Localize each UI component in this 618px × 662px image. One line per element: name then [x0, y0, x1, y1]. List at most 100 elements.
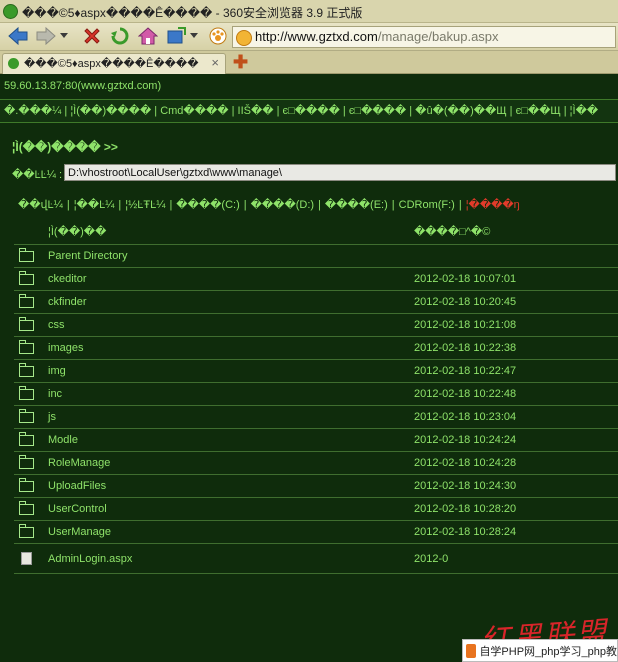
path-input[interactable]: [64, 164, 616, 181]
shell-nav-menu: �.���¼ | ¦Ì(��)���� | Cmd���� | IIŠ�� | …: [0, 99, 618, 123]
home-button[interactable]: [136, 25, 160, 47]
modified-date: [414, 244, 618, 268]
table-row[interactable]: img 2012-02-18 10:22:47: [14, 359, 618, 383]
address-url[interactable]: http://www.gztxd.com/manage/bakup.aspx: [255, 29, 499, 44]
table-row[interactable]: inc 2012-02-18 10:22:48: [14, 382, 618, 406]
refresh-button[interactable]: [108, 25, 132, 47]
file-name-link[interactable]: ckfinder: [48, 290, 414, 314]
refresh-icon: [111, 27, 129, 45]
modified-date: 2012-0: [414, 543, 618, 574]
back-button[interactable]: [6, 25, 30, 47]
file-table: ¦Ì(��)�� ����□^�© Parent Directory ckedit…: [14, 218, 618, 574]
file-name-link[interactable]: ckeditor: [48, 267, 414, 291]
file-name-link[interactable]: Parent Directory: [48, 244, 414, 268]
file-name-link[interactable]: UploadFiles: [48, 474, 414, 498]
file-name-link[interactable]: js: [48, 405, 414, 429]
back-icon: [8, 26, 28, 46]
file-name-link[interactable]: AdminLogin.aspx: [48, 543, 414, 574]
table-row[interactable]: AdminLogin.aspx 2012-0: [14, 543, 618, 574]
modified-date: 2012-02-18 10:07:01: [414, 267, 618, 291]
drive-links: ��վĿ¼ | ¦��Ŀ¼ | ¦½ĿŦĿ¼ | ����(C:) | ����(D:) | ���…: [18, 198, 520, 211]
file-name-link[interactable]: img: [48, 359, 414, 383]
drive-separator: |: [391, 199, 395, 211]
folder-icon: [19, 385, 34, 400]
modified-date: 2012-02-18 10:28:20: [414, 497, 618, 521]
dropdown-icon: [190, 33, 198, 38]
nav-menu-links[interactable]: �.���¼ | ¦Ì(��)���� | Cmd���� | IIŠ�� | …: [4, 104, 598, 117]
forward-dropdown[interactable]: [58, 25, 70, 47]
folder-icon: [19, 339, 34, 354]
drive-link[interactable]: ¦½ĿŦĿ¼: [125, 199, 165, 211]
file-name-link[interactable]: inc: [48, 382, 414, 406]
tab-favicon: [8, 58, 19, 69]
file-name-link[interactable]: RoleManage: [48, 451, 414, 475]
path-label: ��ĿĿ¼ :: [12, 169, 63, 181]
folder-icon: [19, 362, 34, 377]
section-title: ¦Ì(��)���� >>: [12, 140, 118, 154]
table-row[interactable]: js 2012-02-18 10:23:04: [14, 405, 618, 429]
new-tab-button[interactable]: ✚: [233, 52, 248, 73]
address-bar[interactable]: http://www.gztxd.com/manage/bakup.aspx: [232, 26, 616, 48]
site-favicon: [236, 30, 252, 46]
drive-link[interactable]: ��վĿ¼: [18, 199, 63, 211]
folder-icon: [19, 431, 34, 446]
folder-icon: [19, 293, 34, 308]
tab-bar: ���©5♦aspx����Ê���� × ✚: [0, 51, 618, 74]
table-row[interactable]: Parent Directory: [14, 244, 618, 268]
favorites-icon: [167, 27, 186, 44]
modified-date: 2012-02-18 10:24:28: [414, 451, 618, 475]
file-name-link[interactable]: images: [48, 336, 414, 360]
tab-title: ���©5♦aspx����Ê����: [24, 58, 199, 70]
drive-link[interactable]: ����(D:): [251, 199, 314, 211]
home-icon: [138, 27, 158, 45]
browser-tab[interactable]: ���©5♦aspx����Ê���� ×: [2, 53, 226, 74]
folder-icon: [19, 477, 34, 492]
drive-separator: |: [118, 199, 122, 211]
drive-separator: |: [243, 199, 247, 211]
file-icon: [21, 552, 32, 565]
file-name-link[interactable]: UserControl: [48, 497, 414, 521]
modified-date: 2012-02-18 10:21:08: [414, 313, 618, 337]
header-date[interactable]: ����□^�©: [414, 218, 618, 245]
table-row[interactable]: RoleManage 2012-02-18 10:24:28: [14, 451, 618, 475]
stop-icon: [84, 28, 100, 44]
drive-separator: |: [66, 199, 70, 211]
modified-date: 2012-02-18 10:22:38: [414, 336, 618, 360]
modified-date: 2012-02-18 10:20:45: [414, 290, 618, 314]
folder-icon: [19, 523, 34, 538]
drive-link[interactable]: ����(E:): [325, 199, 388, 211]
drive-link[interactable]: ¦����ŋ: [466, 199, 520, 211]
table-header: ¦Ì(��)�� ����□^�©: [14, 218, 618, 245]
ad-banner[interactable]: 自学PHP网_php学习_php教: [462, 639, 618, 662]
file-name-link[interactable]: css: [48, 313, 414, 337]
paw-icon: [209, 27, 227, 45]
table-row[interactable]: images 2012-02-18 10:22:38: [14, 336, 618, 360]
table-row[interactable]: css 2012-02-18 10:21:08: [14, 313, 618, 337]
table-row[interactable]: Modle 2012-02-18 10:24:24: [14, 428, 618, 452]
modified-date: 2012-02-18 10:23:04: [414, 405, 618, 429]
file-name-link[interactable]: Modle: [48, 428, 414, 452]
drive-link[interactable]: ¦��Ŀ¼: [74, 199, 115, 211]
table-row[interactable]: UserControl 2012-02-18 10:28:20: [14, 497, 618, 521]
drive-separator: |: [458, 199, 462, 211]
favorites-button[interactable]: [164, 25, 188, 47]
stop-button[interactable]: [80, 25, 104, 47]
table-row[interactable]: ckfinder 2012-02-18 10:20:45: [14, 290, 618, 314]
drive-link[interactable]: ����(C:): [176, 199, 239, 211]
dropdown-icon: [60, 33, 68, 38]
modified-date: 2012-02-18 10:22:47: [414, 359, 618, 383]
drive-link[interactable]: CDRom(F:): [399, 199, 455, 211]
tab-close-button[interactable]: ×: [211, 55, 219, 70]
ad-text: 自学PHP网_php学习_php教: [479, 645, 617, 658]
header-name[interactable]: ¦Ì(��)��: [48, 218, 414, 245]
browser-logo-icon: [3, 4, 18, 19]
file-name-link[interactable]: UserManage: [48, 520, 414, 544]
extension-button[interactable]: [206, 25, 230, 47]
folder-icon: [19, 454, 34, 469]
forward-button[interactable]: [34, 25, 58, 47]
table-row[interactable]: UploadFiles 2012-02-18 10:24:30: [14, 474, 618, 498]
table-row[interactable]: UserManage 2012-02-18 10:28:24: [14, 520, 618, 544]
folder-icon: [19, 247, 34, 262]
favorites-dropdown[interactable]: [188, 25, 200, 47]
table-row[interactable]: ckeditor 2012-02-18 10:07:01: [14, 267, 618, 291]
